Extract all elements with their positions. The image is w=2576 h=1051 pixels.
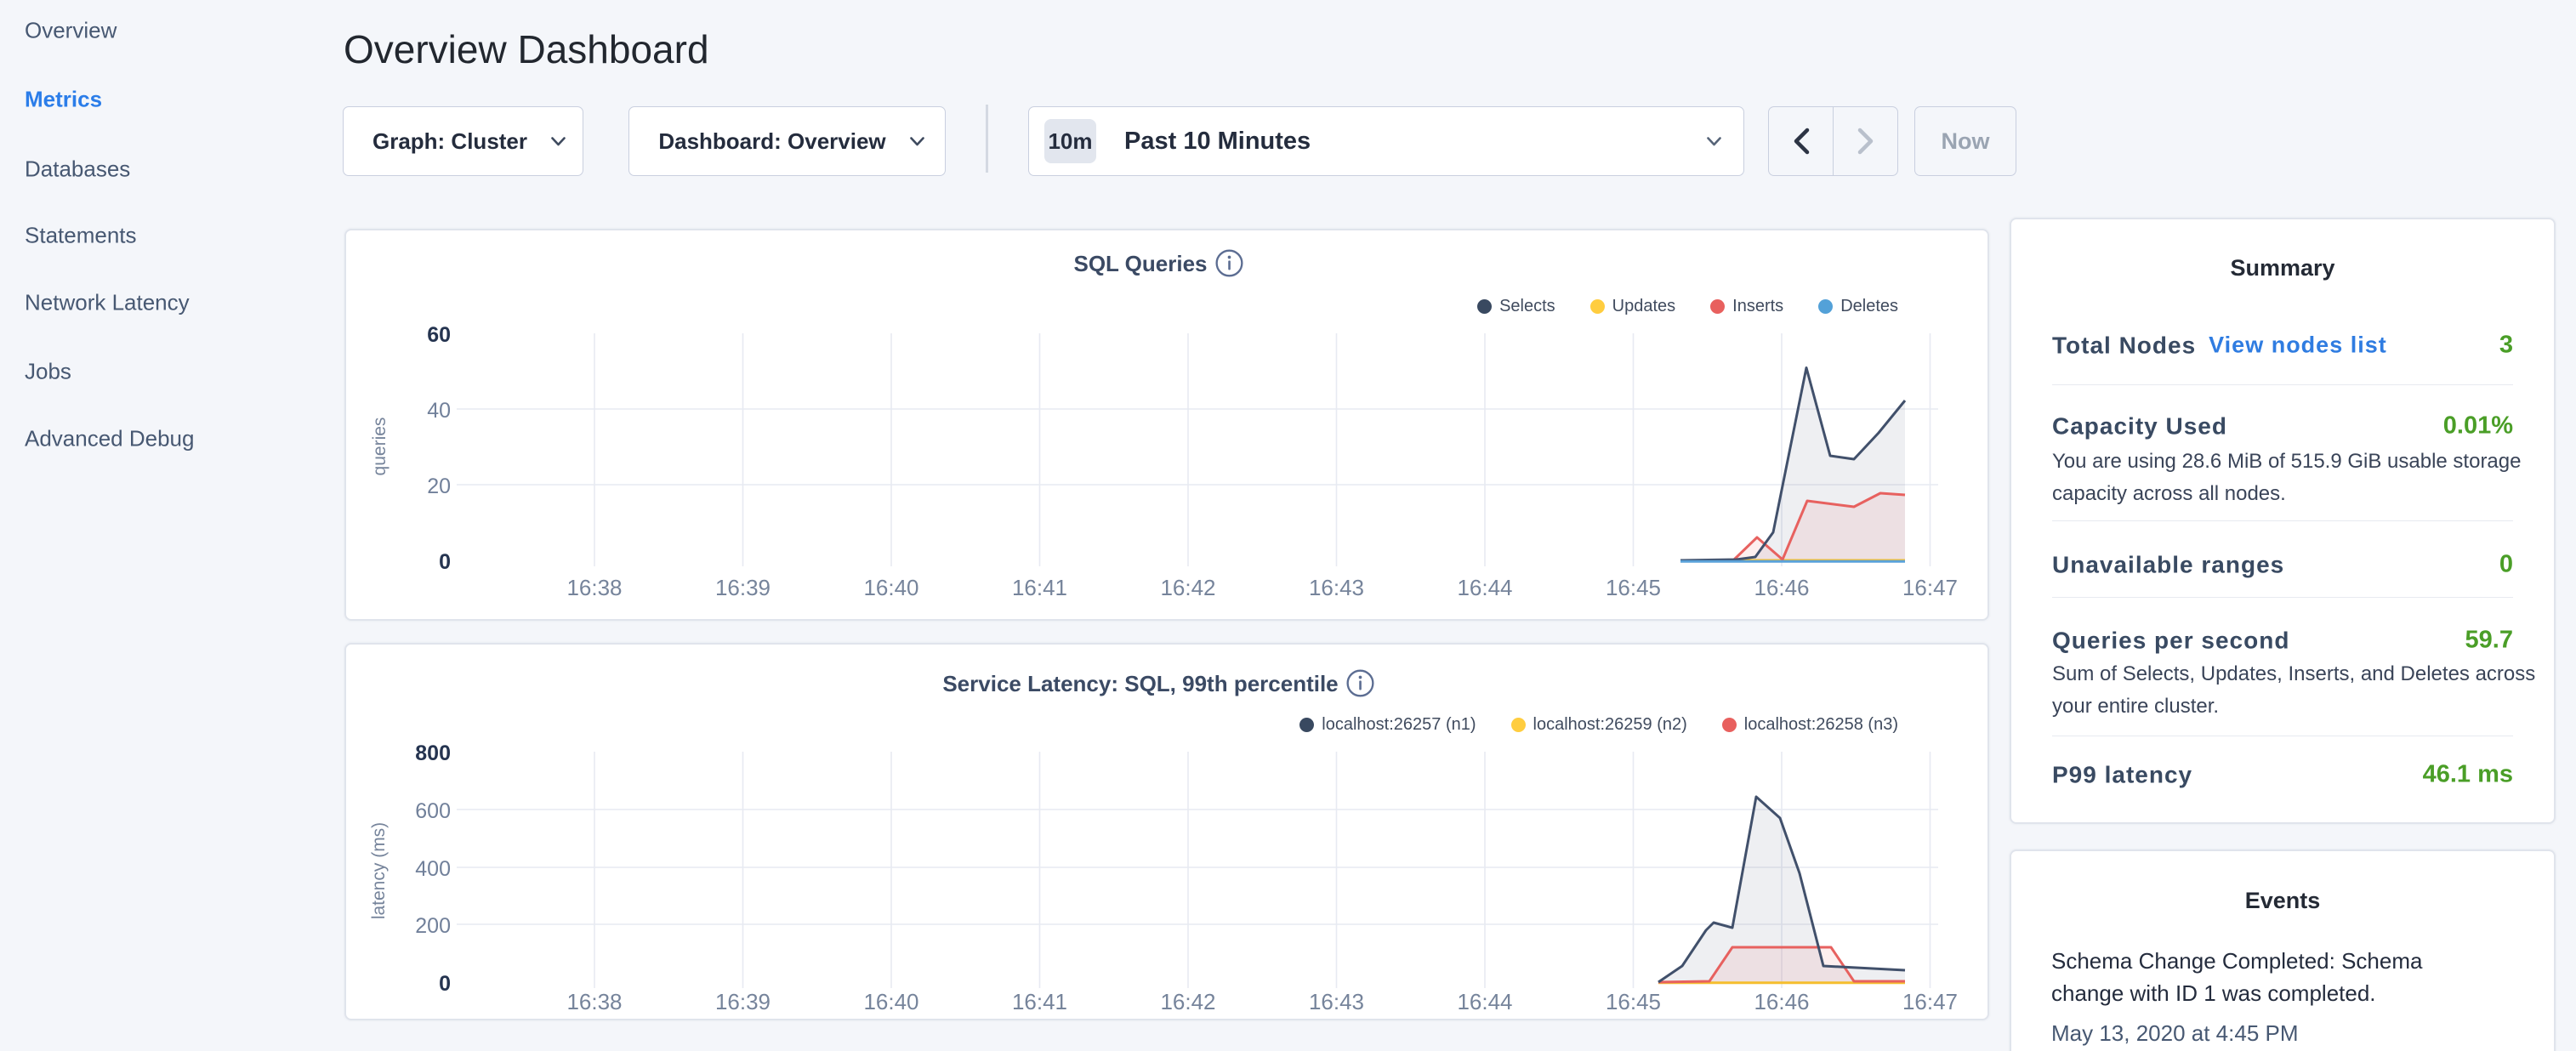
svg-text:16:46: 16:46 bbox=[1754, 575, 1809, 600]
svg-text:16:41: 16:41 bbox=[1012, 989, 1067, 1014]
svg-text:latency (ms): latency (ms) bbox=[369, 822, 389, 919]
svg-text:16:42: 16:42 bbox=[1160, 575, 1215, 600]
svg-text:16:42: 16:42 bbox=[1160, 989, 1215, 1014]
svg-text:16:47: 16:47 bbox=[1902, 989, 1958, 1014]
svg-text:16:46: 16:46 bbox=[1754, 989, 1809, 1014]
svg-text:200: 200 bbox=[415, 914, 451, 938]
svg-text:queries: queries bbox=[370, 418, 390, 476]
svg-text:0: 0 bbox=[439, 972, 451, 996]
svg-text:0: 0 bbox=[439, 550, 451, 574]
svg-text:16:44: 16:44 bbox=[1457, 575, 1512, 600]
svg-text:16:41: 16:41 bbox=[1012, 575, 1067, 600]
svg-text:16:40: 16:40 bbox=[863, 575, 918, 600]
svg-text:16:43: 16:43 bbox=[1309, 989, 1364, 1014]
svg-text:40: 40 bbox=[427, 399, 451, 423]
svg-text:16:38: 16:38 bbox=[566, 575, 622, 600]
svg-text:16:38: 16:38 bbox=[566, 989, 622, 1014]
svg-text:16:44: 16:44 bbox=[1457, 989, 1512, 1014]
svg-text:60: 60 bbox=[427, 323, 451, 347]
svg-text:16:47: 16:47 bbox=[1902, 575, 1958, 600]
svg-text:16:45: 16:45 bbox=[1606, 989, 1661, 1014]
svg-text:400: 400 bbox=[415, 857, 451, 881]
svg-text:16:39: 16:39 bbox=[715, 989, 771, 1014]
svg-text:600: 600 bbox=[415, 799, 451, 823]
svg-text:16:45: 16:45 bbox=[1606, 575, 1661, 600]
svg-text:16:39: 16:39 bbox=[715, 575, 771, 600]
svg-text:16:40: 16:40 bbox=[863, 989, 918, 1014]
svg-text:800: 800 bbox=[415, 741, 451, 765]
svg-text:20: 20 bbox=[427, 474, 451, 498]
svg-text:16:43: 16:43 bbox=[1309, 575, 1364, 600]
